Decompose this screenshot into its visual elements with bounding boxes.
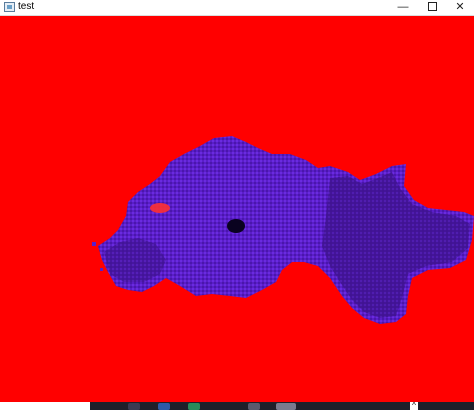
taskbar-app-icon[interactable] (128, 403, 140, 410)
taskbar-apps (90, 402, 410, 410)
taskbar-app-icon[interactable] (188, 403, 200, 410)
render-viewport[interactable] (0, 16, 474, 402)
taskbar-active-app[interactable] (276, 403, 296, 410)
terrain-fragment (92, 242, 96, 246)
terrain-crater-rim (150, 203, 170, 213)
window-title: test (18, 1, 35, 12)
taskbar-overflow-icon[interactable]: ^ (410, 402, 418, 410)
taskbar-app-icon[interactable] (248, 403, 260, 410)
maximize-button[interactable] (418, 0, 446, 15)
system-tray[interactable] (418, 402, 474, 410)
terrain-render (92, 136, 474, 324)
taskbar: ^ (0, 402, 474, 410)
terrain-hole (227, 219, 245, 233)
close-button[interactable]: ✕ (446, 0, 474, 15)
taskbar-app-icon[interactable] (158, 403, 170, 410)
app-window-icon (4, 2, 15, 12)
maximize-icon (427, 1, 437, 11)
terrain-fragment (100, 268, 103, 271)
minimize-button[interactable]: — (389, 0, 417, 15)
title-bar[interactable]: test — ✕ (0, 0, 474, 16)
